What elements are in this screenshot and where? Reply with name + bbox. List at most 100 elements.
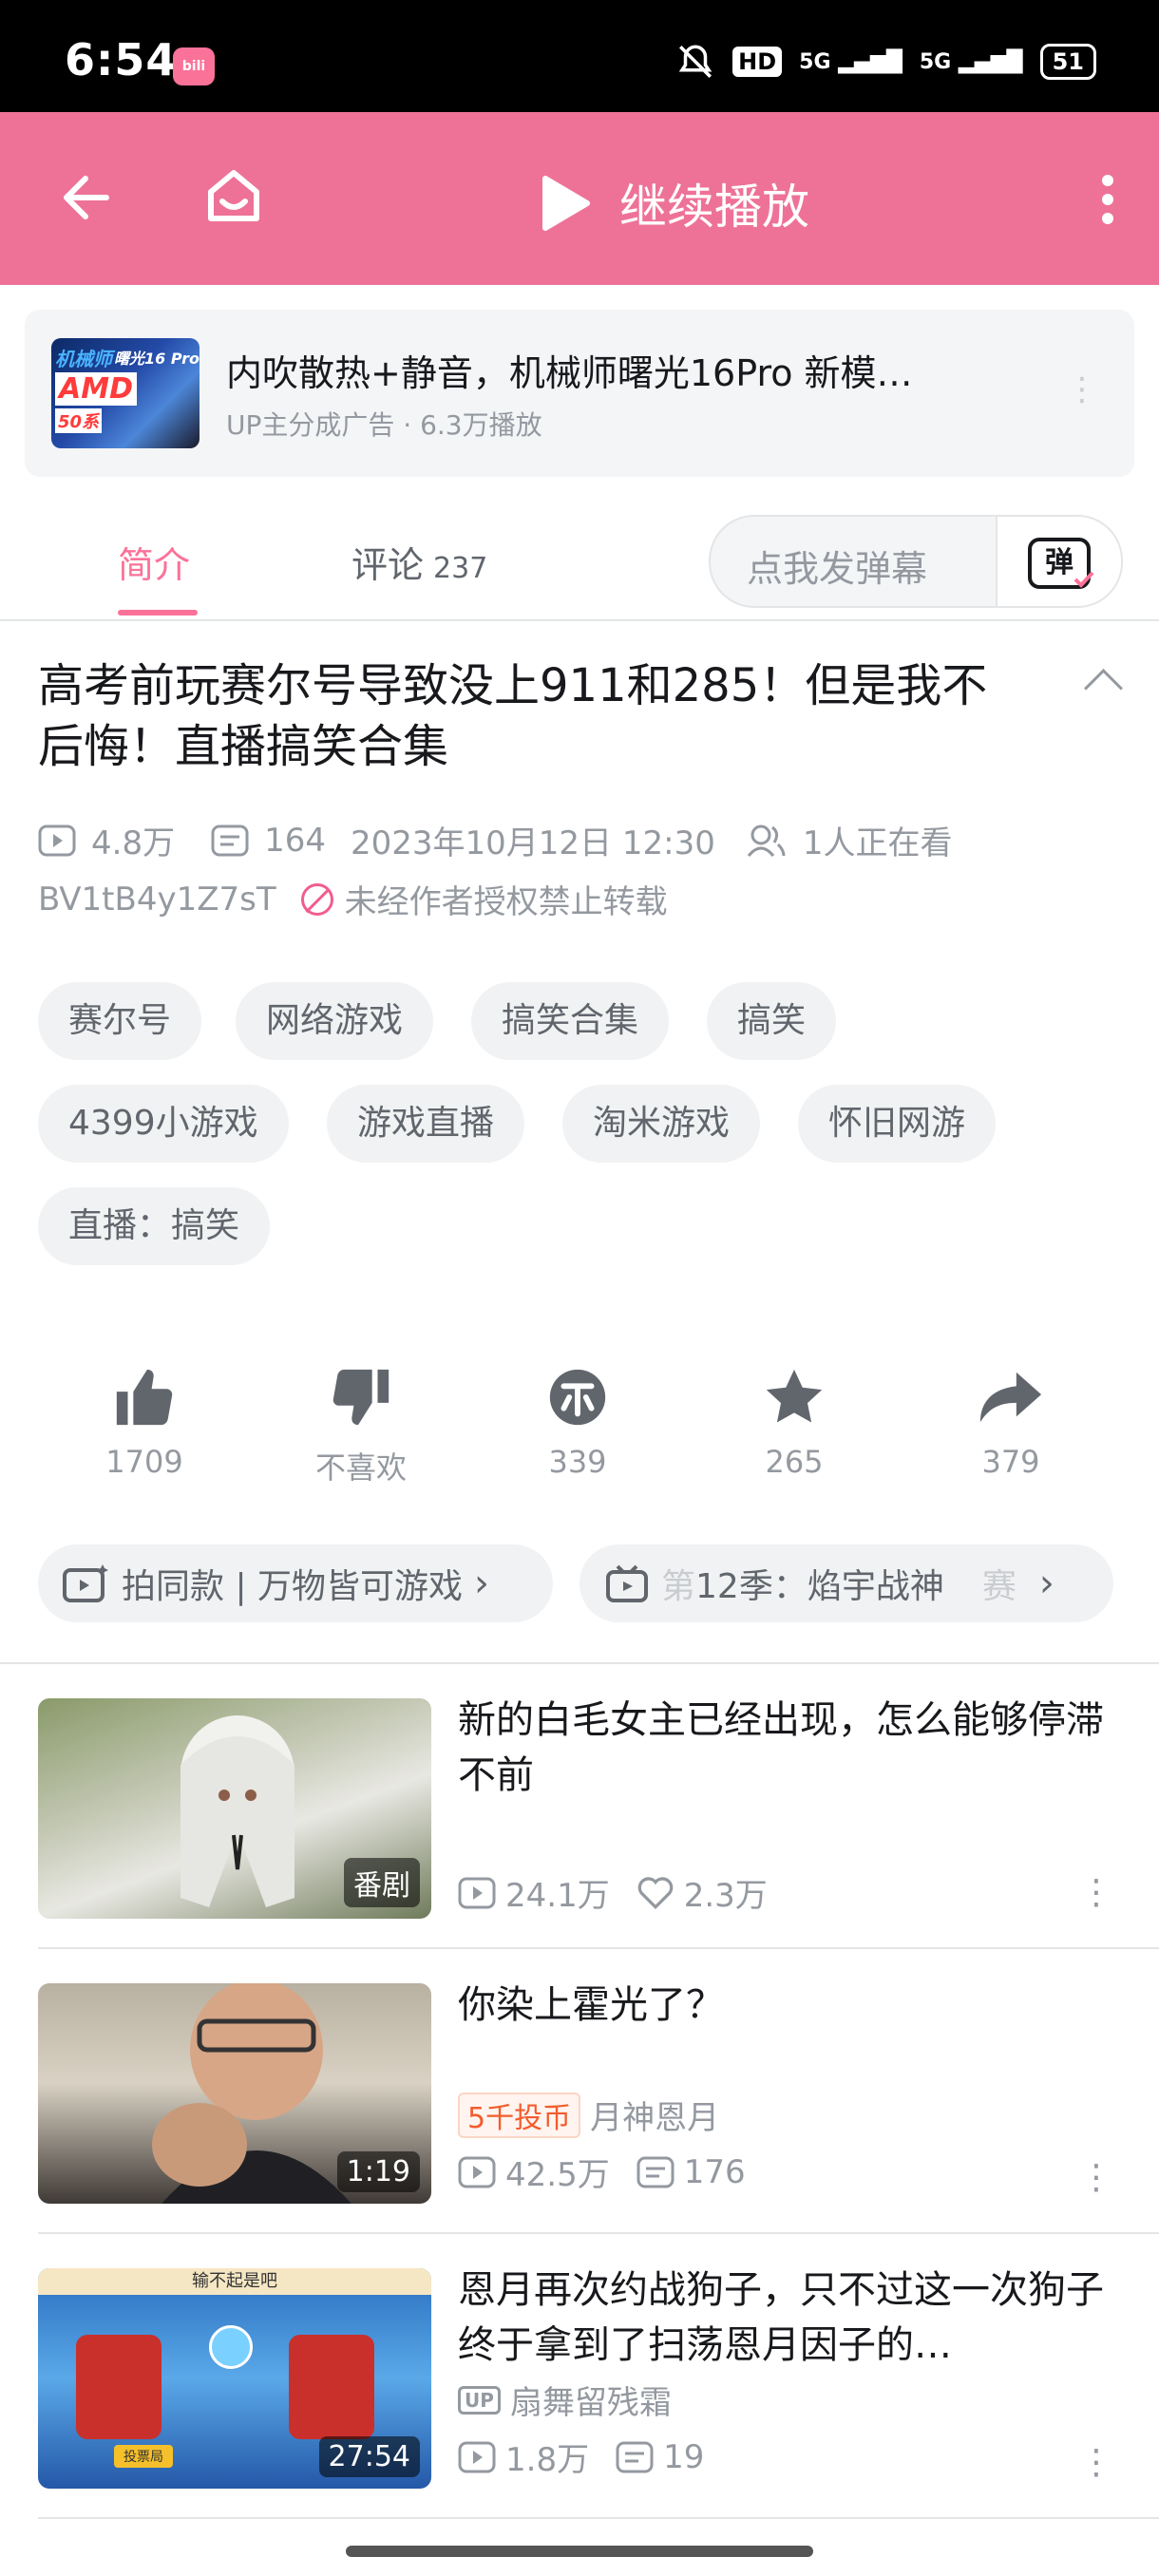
tab-intro[interactable]: 简介 (118, 536, 190, 588)
danmaku-count-icon (616, 2441, 654, 2472)
season-prefix: 第 (661, 1567, 696, 1606)
comment-count: 237 (433, 552, 488, 585)
battery-icon: 51 (1039, 44, 1096, 80)
related-video-item[interactable]: 输不起是吧 投票局 27:54 恩月再次约战狗子，只不过这一次狗子终于拿到了扫荡… (0, 2234, 1159, 2519)
check-icon (1074, 571, 1094, 588)
chevron-right-icon: › (474, 1562, 490, 1605)
video-id-row: BV1tB4y1Z7sT 未经作者授权禁止转载 (38, 876, 668, 922)
more-icon[interactable]: ⋮ (1079, 1876, 1113, 1910)
danmu-placeholder: 点我发弹幕 (747, 548, 928, 590)
heart-icon (637, 1876, 673, 1909)
favorite-button[interactable]: 265 (718, 1364, 870, 1480)
repost-notice: 未经作者授权禁止转载 (344, 883, 668, 921)
tag[interactable]: 直播：搞笑 (38, 1187, 271, 1265)
author-name: 月神恩月 (590, 2099, 720, 2137)
tag[interactable]: 搞笑 (707, 982, 837, 1060)
star-icon (766, 1369, 823, 1423)
coin-icon (549, 1369, 606, 1426)
favorite-count: 265 (765, 1444, 824, 1480)
thumb-button-text: 投票局 (114, 2445, 173, 2468)
play-count-icon (38, 824, 76, 856)
thumb-banner: 输不起是吧 (38, 2268, 431, 2295)
stats-line: 1.8万 19 (458, 2434, 704, 2480)
view-count: 24.1万 (505, 1877, 610, 1915)
tv-icon (606, 1564, 648, 1602)
dislike-button[interactable]: 不喜欢 (285, 1364, 437, 1487)
signal-5g-2: 5G ▂▄▆█ (919, 49, 1023, 74)
share-arrow-icon (979, 1372, 1042, 1423)
collapse-chevron-icon[interactable] (1083, 668, 1124, 709)
season-chip[interactable]: 第 12季：焰宇战神 赛 › (580, 1544, 1113, 1622)
publish-date: 2023年10月12日 12:30 (350, 824, 715, 862)
tag[interactable]: 网络游戏 (236, 982, 434, 1060)
video-thumbnail: 输不起是吧 投票局 27:54 (38, 2268, 431, 2489)
season-label: 12季：焰宇战神 (695, 1567, 944, 1606)
like-count: 2.3万 (683, 1877, 768, 1915)
duration-badge: 1:19 (336, 2151, 420, 2192)
view-count: 4.8万 (91, 824, 176, 862)
tag[interactable]: 游戏直播 (327, 1085, 525, 1163)
tag[interactable]: 淘米游戏 (562, 1085, 761, 1163)
bilibili-app-icon: bili (173, 47, 215, 85)
video-thumbnail: 1:19 (38, 1983, 431, 2204)
same-style-chip[interactable]: 拍同款 | 万物皆可游戏 › (38, 1544, 553, 1622)
share-button[interactable]: 379 (935, 1364, 1087, 1480)
play-icon (542, 176, 590, 231)
share-count: 379 (981, 1444, 1040, 1480)
up-badge-icon: UP (458, 2385, 501, 2415)
continue-play-button[interactable]: 继续播放 (538, 169, 809, 237)
play-count-icon (458, 2441, 496, 2472)
danmaku-count-icon (636, 2156, 674, 2188)
gesture-home-bar[interactable] (346, 2546, 813, 2557)
continue-play-label: 继续播放 (619, 180, 809, 235)
like-count: 1709 (105, 1444, 183, 1480)
related-title: 你染上霍光了？ (458, 1983, 724, 2027)
play-count-icon (458, 1877, 496, 1908)
more-vertical-icon[interactable] (1096, 173, 1119, 226)
watching-people-icon (747, 824, 786, 857)
dislike-label: 不喜欢 (314, 1449, 407, 1486)
ad-card[interactable]: 机械师 曙光16 Pro AMD 50系 内吹散热+静音，机械师曙光16Pro … (25, 310, 1134, 477)
tab-comments[interactable]: 评论 237 (352, 536, 487, 588)
ad-thumbnail: 机械师 曙光16 Pro AMD 50系 (51, 338, 200, 448)
ad-more-icon[interactable]: ⋮ (1066, 370, 1098, 408)
author-name: 扇舞留残霜 (509, 2384, 672, 2422)
bvid: BV1tB4y1Z7sT (38, 880, 276, 919)
duration-badge: 27:54 (318, 2436, 420, 2477)
tag[interactable]: 怀旧网游 (798, 1085, 997, 1163)
no-repost-icon (300, 882, 333, 916)
camera-sparkle-icon (63, 1564, 108, 1602)
coin-count: 339 (548, 1444, 607, 1480)
author-line: 5千投币 月神恩月 (458, 2092, 719, 2138)
danmaku-count: 19 (663, 2437, 705, 2476)
ad-subtitle: UP主分成广告 · 6.3万播放 (226, 409, 542, 441)
bell-off-icon (678, 45, 712, 78)
thumbs-up-icon (116, 1369, 173, 1426)
stats-line: 42.5万 176 (458, 2149, 746, 2195)
danmu-input[interactable]: 点我发弹幕 弹 (709, 515, 1123, 608)
back-icon[interactable] (59, 173, 112, 222)
related-video-item[interactable]: 番剧 新的白毛女主已经出现，怎么能够停滞不前 24.1万 2.3万 ⋮ (0, 1664, 1159, 1949)
danmaku-count-icon (211, 824, 249, 856)
home-icon[interactable] (201, 163, 266, 228)
tag[interactable]: 搞笑合集 (471, 982, 670, 1060)
related-video-item[interactable]: 1:19 你染上霍光了？ 5千投币 月神恩月 42.5万 176 ⋮ (0, 1949, 1159, 2234)
player-header: 继续播放 (0, 112, 1159, 285)
like-button[interactable]: 1709 (68, 1364, 220, 1480)
tag[interactable]: 4399小游戏 (38, 1085, 289, 1163)
coin-button[interactable]: 339 (502, 1364, 654, 1480)
clock: 6:54 (65, 34, 178, 85)
more-icon[interactable]: ⋮ (1079, 2446, 1113, 2480)
stats-line: 24.1万 2.3万 (458, 1869, 768, 1916)
play-count-icon (458, 2156, 496, 2188)
hd-voice-icon: HD (732, 47, 783, 77)
video-title: 高考前玩赛尔号导致没上911和285！但是我不后悔！直播搞笑合集 (38, 659, 988, 773)
man-photo (152, 1983, 352, 2204)
video-thumbnail: 番剧 (38, 1698, 431, 1919)
more-icon[interactable]: ⋮ (1079, 2161, 1113, 2195)
tag[interactable]: 赛尔号 (38, 982, 202, 1060)
ad-title: 内吹散热+静音，机械师曙光16Pro 新模… (226, 352, 913, 394)
danmu-toggle-button[interactable]: 弹 (996, 517, 1121, 606)
related-title: 恩月再次约战狗子，只不过这一次狗子终于拿到了扫荡恩月因子的… (458, 2268, 1104, 2367)
author-line: UP 扇舞留残霜 (458, 2377, 672, 2423)
